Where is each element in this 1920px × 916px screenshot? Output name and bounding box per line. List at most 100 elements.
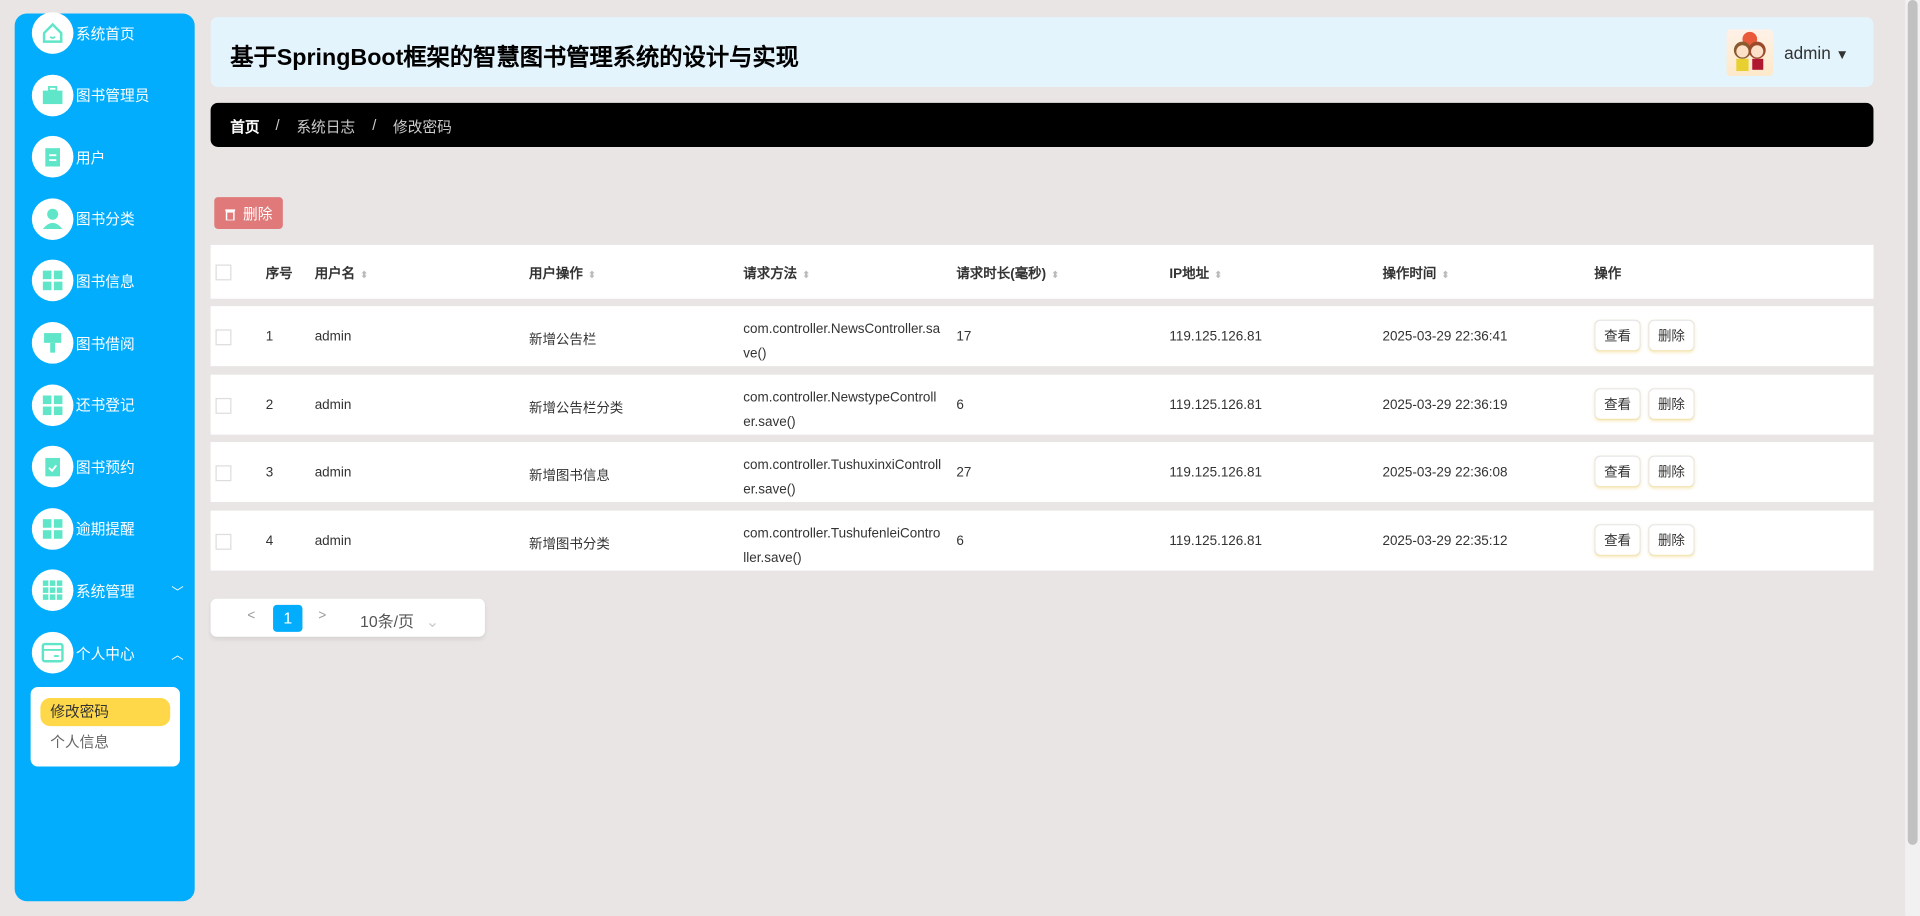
view-button[interactable]: 查看 (1594, 319, 1641, 352)
avatar[interactable] (1726, 29, 1774, 76)
breadcrumb: 首页 / 系统日志 / 修改密码 (210, 102, 1874, 147)
cell-no: 1 (265, 329, 274, 345)
view-button[interactable]: 查看 (1594, 455, 1641, 488)
page-size-select[interactable]: 10条/页 ⌄ (360, 609, 439, 632)
column-header-1[interactable]: 用户名 ⬍ (315, 263, 369, 283)
cell-ip: 119.125.126.81 (1169, 329, 1263, 345)
sidebar: 系统首页图书管理员用户图书分类图书信息图书借阅还书登记图书预约逾期提醒系统管理 ﹀… (14, 11, 195, 902)
trash-icon (225, 208, 236, 220)
cell-ip: 119.125.126.81 (1169, 397, 1263, 413)
column-header-label: 请求方法 (743, 266, 798, 282)
submenu-item-change-password[interactable]: 修改密码 (40, 697, 171, 727)
home-icon (31, 12, 74, 54)
column-header-5[interactable]: IP地址 ⬍ (1169, 263, 1222, 283)
sidebar-item-6[interactable]: 还书登记 (31, 383, 191, 427)
table-row: 3 admin 新增图书信息 com.controller.Tushuxinxi… (210, 442, 1874, 503)
row-checkbox[interactable] (215, 397, 232, 414)
sidebar-item-9[interactable]: 系统管理 ﹀ (31, 569, 191, 613)
column-header-2[interactable]: 用户操作 ⬍ (529, 263, 596, 283)
cell-operation: 新增图书分类 (528, 537, 610, 553)
view-button[interactable]: 查看 (1594, 388, 1641, 421)
cell-operation: 新增公告栏 (528, 333, 597, 348)
sidebar-item-label: 图书信息 (75, 272, 135, 291)
batch-delete-label: 删除 (243, 205, 273, 223)
table-row: 4 admin 新增图书分类 com.controller.Tushufenle… (210, 510, 1874, 571)
page-1-button[interactable]: 1 (273, 604, 303, 632)
cell-no: 2 (265, 397, 274, 413)
pin-icon (31, 322, 74, 364)
sort-icon[interactable]: ⬍ (360, 269, 368, 280)
select-all-checkbox[interactable] (215, 264, 232, 281)
delete-button[interactable]: 删除 (1648, 388, 1695, 421)
method-line: ller.save() (743, 551, 802, 566)
column-header-0: 序号 (266, 263, 293, 283)
cell-duration: 17 (956, 329, 972, 345)
sidebar-item-1[interactable]: 图书管理员 (31, 73, 191, 117)
sort-icon[interactable]: ⬍ (1214, 269, 1222, 280)
method-line: com.controller.TushuxinxiControll (743, 457, 942, 473)
scrollbar-thumb[interactable] (1907, 0, 1918, 845)
row-checkbox[interactable] (215, 533, 232, 550)
method-line: com.controller.TushufenleiContro (743, 526, 941, 542)
sidebar-item-label: 系统首页 (75, 25, 135, 43)
cell-duration: 6 (956, 533, 964, 549)
grid-icon (31, 383, 74, 426)
sidebar-item-10[interactable]: 个人中心 ︿ (31, 631, 191, 675)
sort-icon[interactable]: ⬍ (588, 269, 596, 280)
sidebar-item-4[interactable]: 图书信息 (31, 259, 191, 303)
column-header-4[interactable]: 请求时长(毫秒) ⬍ (956, 263, 1059, 283)
grid9-icon (31, 569, 74, 612)
cell-method: com.controller.NewsController.sa ve() (743, 317, 940, 366)
column-header-6[interactable]: 操作时间 ⬍ (1382, 263, 1449, 283)
column-header-3[interactable]: 请求方法 ⬍ (743, 263, 810, 283)
row-checkbox[interactable] (215, 329, 232, 346)
next-page-button[interactable]: > (318, 609, 326, 624)
top-header: 基于SpringBoot框架的智慧图书管理系统的设计与实现 admin ▼ (210, 17, 1874, 87)
column-header-7: 操作 (1594, 263, 1621, 283)
view-button[interactable]: 查看 (1594, 524, 1641, 556)
cell-duration: 27 (956, 465, 972, 481)
sidebar-item-7[interactable]: 图书预约 (31, 445, 191, 489)
delete-button[interactable]: 删除 (1648, 455, 1695, 488)
sidebar-item-3[interactable]: 图书分类 (31, 197, 191, 241)
sidebar-item-5[interactable]: 图书借阅 (31, 321, 191, 365)
sidebar-item-8[interactable]: 逾期提醒 (31, 507, 191, 551)
row-checkbox[interactable] (215, 465, 232, 482)
sidebar-item-2[interactable]: 用户 (31, 135, 191, 179)
breadcrumb-system-log[interactable]: 系统日志 (296, 116, 355, 137)
column-header-label: IP地址 (1169, 266, 1210, 282)
delete-button[interactable]: 删除 (1648, 319, 1695, 352)
column-header-label: 请求时长(毫秒) (956, 266, 1047, 282)
sidebar-item-label: 系统管理 (75, 582, 135, 600)
sidebar-item-label: 用户 (75, 149, 106, 167)
cell-username: admin (314, 533, 352, 549)
clipboard-icon (31, 136, 74, 178)
sidebar-item-label: 逾期提醒 (75, 520, 135, 538)
user-menu[interactable]: admin ▼ (1784, 43, 1849, 63)
method-line: com.controller.NewstypeControll (743, 390, 937, 406)
user-icon (31, 198, 74, 240)
column-header-label: 操作时间 (1382, 266, 1437, 282)
cell-method: com.controller.NewstypeControll er.save() (743, 386, 936, 435)
chevron-icon: ﹀ (171, 586, 184, 600)
batch-delete-button[interactable]: 删除 (214, 197, 283, 229)
delete-button[interactable]: 删除 (1648, 524, 1695, 556)
breadcrumb-home[interactable]: 首页 (230, 116, 259, 137)
sort-icon[interactable]: ⬍ (1051, 269, 1059, 280)
column-header-label: 序号 (265, 266, 293, 282)
breadcrumb-separator: / (372, 116, 377, 134)
cell-time: 2025-03-29 22:36:19 (1382, 397, 1508, 413)
cell-operation: 新增图书信息 (528, 468, 610, 484)
column-header-label: 操作 (1594, 266, 1622, 282)
chevron-down-icon: ⌄ (425, 612, 440, 631)
chevron-icon: ︿ (171, 648, 184, 662)
cell-time: 2025-03-29 22:36:08 (1382, 465, 1508, 481)
sort-icon[interactable]: ⬍ (802, 269, 810, 280)
cell-username: admin (314, 465, 352, 481)
method-line: er.save() (743, 482, 796, 498)
method-line: ve() (743, 346, 767, 362)
sort-icon[interactable]: ⬍ (1441, 269, 1449, 280)
sidebar-item-0[interactable]: 系统首页 (31, 11, 191, 55)
prev-page-button[interactable]: < (247, 609, 255, 624)
submenu-item-personal-info[interactable]: 个人信息 (40, 729, 170, 757)
